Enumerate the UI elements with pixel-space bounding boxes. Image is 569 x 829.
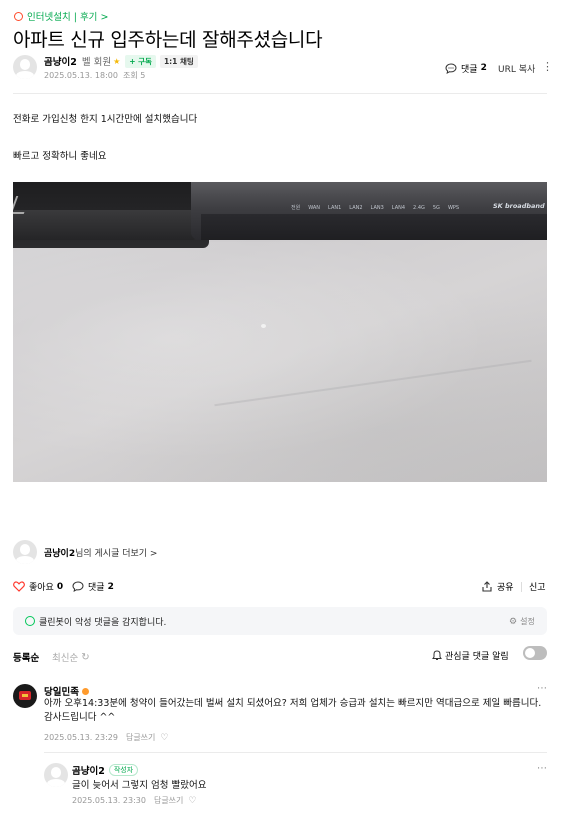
router-device: 전원 WAN LAN1 LAN2 LAN3 LAN4 2.4G 5G WPS SK broadb… [191, 182, 547, 240]
comment-1-date: 2025.05.13. 23:29 [44, 733, 118, 742]
author-grade: 벨 회원 [81, 57, 112, 68]
photo-speck [261, 324, 266, 328]
router-led-label: 5G [432, 204, 440, 211]
reply-author: 곰냥이2 [72, 766, 105, 777]
comment-alert-label: 관심글 댓글 알림 [445, 652, 509, 662]
comment-count: 2 [480, 63, 487, 73]
cleanbot-icon [25, 616, 35, 626]
reply-text: 글이 늦어서 그렇지 엄청 빨랐어요 [72, 780, 207, 791]
speech-bubble-icon [445, 62, 457, 74]
router-led-label: LAN2 [349, 204, 363, 211]
more-options-icon[interactable]: ⋮ [542, 60, 553, 74]
chat-button[interactable]: 1:1 채팅 [159, 54, 198, 68]
sort-recent-label: 최신순 [52, 653, 79, 664]
author-name[interactable]: 곰냥이2 [44, 54, 77, 68]
share-label: 공유 [497, 583, 514, 593]
gear-icon: ⚙ [509, 616, 518, 627]
router-led-label: LAN3 [370, 204, 384, 211]
breadcrumb-label[interactable]: 인터넷설치 | 후기 > [27, 9, 108, 23]
sort-recent-tab[interactable]: 최신순 ↻ [52, 650, 90, 665]
bell-icon [432, 650, 442, 660]
comment-count-link[interactable]: 댓글 2 [445, 62, 487, 75]
router-brand: SK broadband [493, 202, 545, 210]
comment-1-more-icon[interactable]: ⋯ [537, 683, 548, 694]
comment-action-label: 댓글 [88, 583, 105, 593]
comment-1-heart-icon[interactable]: ♡ [160, 733, 168, 743]
reply-author-row[interactable]: 곰냥이2 작성자 [72, 763, 139, 777]
comment-alert-toggle[interactable] [523, 646, 547, 660]
comment-bubble-icon [72, 581, 84, 592]
reply-reply-button[interactable]: 답글쓰기 [154, 795, 183, 806]
post-body-line-1: 전화로 가입신청 한지 1시간만에 설치했습니다 [13, 114, 198, 125]
post-title: 아파트 신규 입주하는데 잘해주셨습니다 [13, 29, 323, 51]
post-date: 2025.05.13. 18:00 [44, 70, 118, 80]
comment-divider [44, 752, 547, 753]
comment-button[interactable]: 댓글 2 [72, 580, 114, 593]
action-divider [521, 582, 522, 592]
router-led-labels: 전원 WAN LAN1 LAN2 LAN3 LAN4 2.4G 5G WPS [291, 204, 460, 212]
cleanbot-text: 클린봇이 악성 댓글을 감지합니다. [39, 617, 167, 628]
post-body-line-2: 빠르고 정확하니 좋네요 [13, 151, 107, 162]
cleanbot-settings-label: 설정 [520, 617, 535, 626]
reply-heart-icon[interactable]: ♡ [188, 796, 196, 806]
comment-1-text: 아까 오후14:33분에 청약이 들어갔는데 벌써 설치 되셨어요? 저희 업체… [44, 698, 542, 723]
router-led-label: 2.4G [413, 204, 425, 211]
marble-surface [13, 242, 547, 482]
reply-more-icon[interactable]: ⋯ [537, 763, 548, 774]
comment-label: 댓글 [461, 64, 478, 75]
comment-1-reply-button[interactable]: 답글쓰기 [126, 732, 155, 743]
grade-badge-icon [81, 687, 89, 695]
writer-badge: 작성자 [108, 764, 139, 776]
comment-1-author: 당일민족 [44, 687, 79, 698]
router-led-label: LAN4 [391, 204, 406, 211]
like-count: 0 [56, 581, 64, 592]
url-copy-button[interactable]: URL 복사 [498, 62, 535, 75]
comment-1-meta: 2025.05.13. 23:29 답글쓰기 ♡ [44, 732, 168, 743]
subscribe-button[interactable]: + 구독 [125, 54, 156, 68]
author-more-suffix: 님의 게시글 더보기 > [75, 549, 158, 559]
author-more-name: 곰냥이2 [44, 549, 76, 559]
comment-alert-toggle-row[interactable]: 관심글 댓글 알림 [432, 649, 509, 662]
author-more-avatar[interactable] [13, 540, 37, 564]
refresh-icon: ↻ [81, 651, 90, 663]
share-icon [482, 581, 492, 592]
left-device [13, 182, 209, 248]
report-button[interactable]: 신고 [529, 580, 546, 593]
heart-icon [13, 581, 25, 592]
grade-star-icon: ★ [113, 56, 121, 66]
cafe-circle-icon [14, 11, 23, 21]
like-label: 좋아요 [29, 583, 54, 593]
sort-registered-tab[interactable]: 등록순 [13, 650, 39, 664]
header-divider [13, 93, 547, 94]
reply-author-avatar[interactable] [44, 763, 68, 787]
share-button[interactable]: 공유 [481, 580, 514, 593]
comment-action-count: 2 [107, 581, 114, 592]
cleanbot-banner: 클린봇이 악성 댓글을 감지합니다. [13, 607, 547, 635]
post-photo[interactable]: 전원 WAN LAN1 LAN2 LAN3 LAN4 2.4G 5G WPS SK broadb… [13, 182, 547, 482]
author-more-link[interactable]: 곰냥이2 님의 게시글 더보기 > [44, 546, 157, 559]
commenter-avatar[interactable] [13, 684, 37, 708]
author-avatar[interactable] [13, 55, 37, 79]
router-led-label: WPS [447, 204, 460, 211]
like-button[interactable]: 좋아요 0 [13, 580, 63, 593]
router-led-label: LAN1 [328, 204, 342, 211]
cleanbot-settings-button[interactable]: ⚙ 설정 [509, 616, 535, 627]
comment-1-author-row[interactable]: 당일민족 [44, 684, 89, 698]
reply-date: 2025.05.13. 23:30 [72, 796, 146, 805]
router-led-label: 전원 [291, 205, 301, 211]
breadcrumb[interactable]: 인터넷설치 | 후기 > [14, 9, 108, 23]
post-views: 조회 5 [122, 70, 146, 80]
router-led-label: WAN [308, 204, 321, 211]
reply-meta: 2025.05.13. 23:30 답글쓰기 ♡ [72, 795, 196, 806]
